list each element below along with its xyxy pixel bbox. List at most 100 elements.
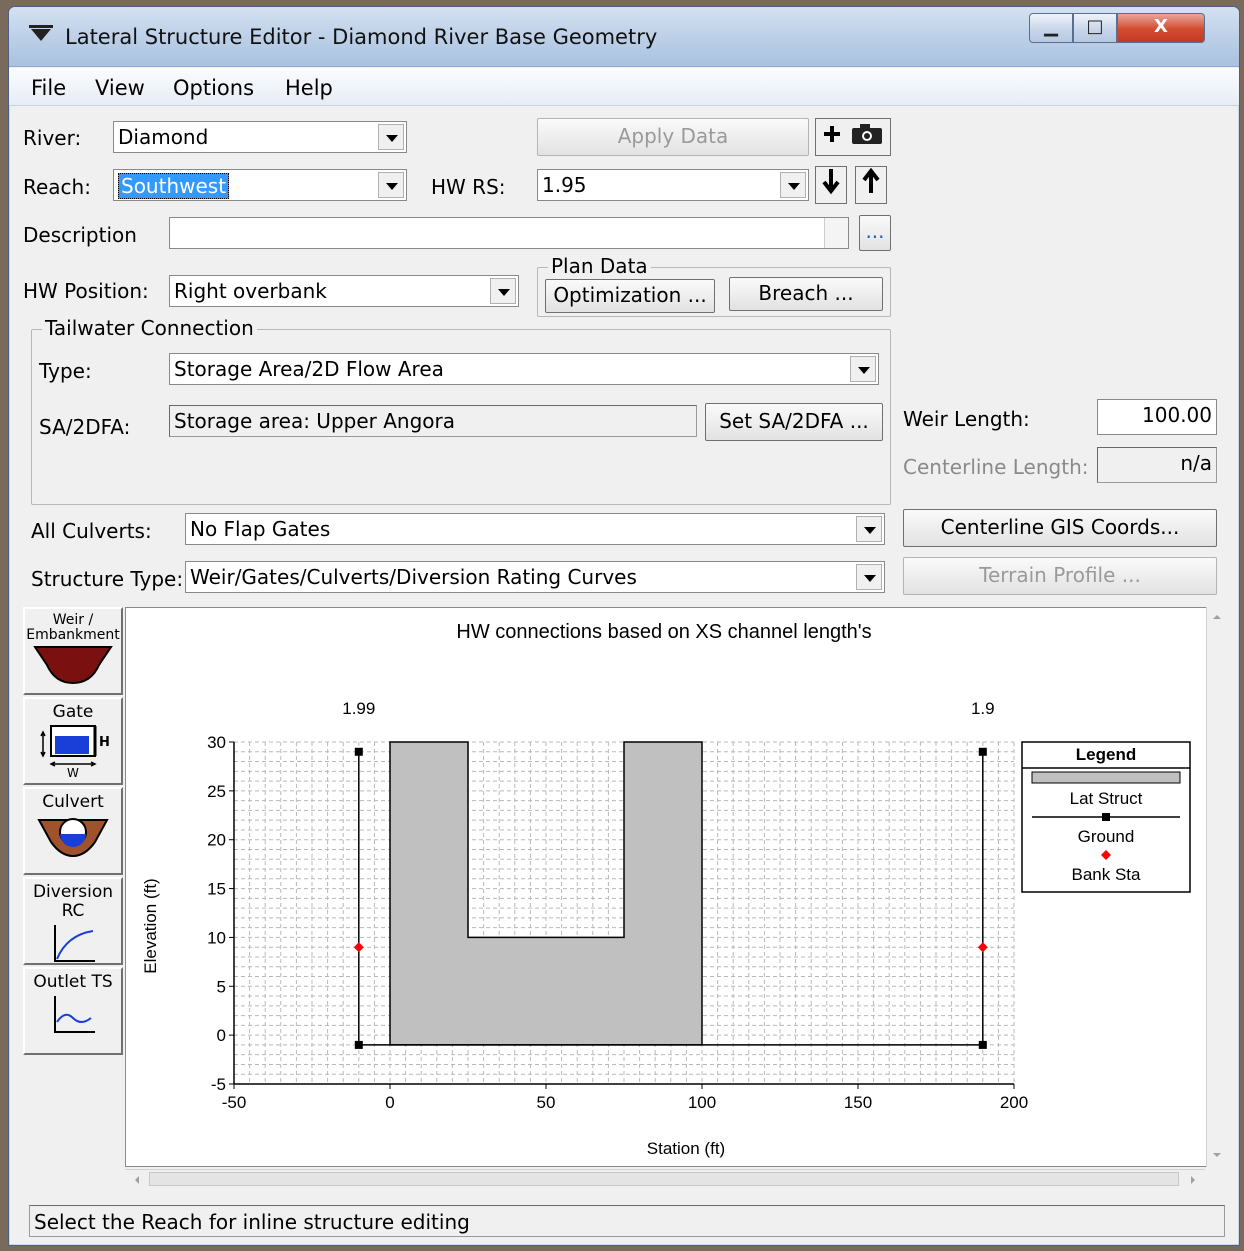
chevron-down-icon[interactable]: [856, 516, 882, 542]
y-tick-label: 25: [207, 782, 226, 801]
structure-type-label: Structure Type:: [31, 567, 184, 591]
outlet-ts-button[interactable]: Outlet TS: [23, 967, 123, 1055]
hw-rs-label: HW RS:: [431, 175, 506, 199]
x-tick-label: 0: [385, 1093, 394, 1112]
apply-data-button[interactable]: Apply Data: [537, 118, 809, 156]
window-title: Lateral Structure Editor - Diamond River…: [65, 25, 658, 49]
description-field[interactable]: [169, 217, 849, 249]
culvert-icon: [37, 818, 109, 858]
next-up-button[interactable]: [855, 166, 887, 204]
gate-button[interactable]: Gate H W: [23, 697, 123, 785]
river-value: Diamond: [118, 125, 209, 149]
chevron-down-icon[interactable]: [490, 278, 516, 304]
x-tick-label: 100: [688, 1093, 716, 1112]
chart-axes: -50 0 50 100 150 200-5051015202530: [207, 733, 1028, 1112]
menu-view[interactable]: View: [95, 76, 145, 100]
culvert-button[interactable]: Culvert: [23, 787, 123, 875]
set-sa-2dfa-button[interactable]: Set SA/2DFA ...: [705, 403, 883, 441]
type-label: Type:: [39, 359, 92, 383]
lateral-structure-editor-window: Lateral Structure Editor - Diamond River…: [8, 6, 1240, 1246]
y-axis-label: Elevation (ft): [141, 878, 160, 973]
reach-label: Reach:: [23, 175, 91, 199]
sa-2dfa-label: SA/2DFA:: [39, 415, 131, 439]
horizontal-scrollbar[interactable]: [125, 1169, 1205, 1189]
x-tick-label: 200: [1000, 1093, 1028, 1112]
weir-embankment-label: Weir / Embankment: [26, 612, 120, 643]
close-button[interactable]: X: [1117, 13, 1205, 43]
add-cross-section-button[interactable]: [815, 118, 891, 156]
structure-toolbar: Weir / Embankment Gate H W Culvert Diver…: [23, 607, 123, 1165]
title-bar[interactable]: Lateral Structure Editor - Diamond River…: [9, 7, 1239, 67]
description-label: Description: [23, 223, 137, 247]
y-tick-label: 15: [207, 880, 226, 899]
breach-button[interactable]: Breach ...: [729, 277, 883, 311]
all-culverts-dropdown[interactable]: No Flap Gates: [185, 513, 885, 545]
diversion-rc-icon: [54, 925, 95, 962]
vertical-scrollbar[interactable]: [1206, 607, 1226, 1167]
scroll-up-icon[interactable]: [1207, 607, 1227, 627]
legend-lat-struct-swatch: [1031, 771, 1181, 784]
chevron-down-icon[interactable]: [856, 564, 882, 590]
sa-2dfa-field: Storage area: Upper Angora: [169, 405, 697, 437]
culvert-label: Culvert: [42, 792, 104, 812]
chevron-down-icon[interactable]: [378, 124, 404, 150]
centerline-gis-coords-button[interactable]: Centerline GIS Coords...: [903, 509, 1217, 547]
x-axis-label: Station (ft): [647, 1139, 725, 1158]
reach-value: Southwest: [118, 173, 230, 199]
cross-section-label: 1.99: [342, 699, 375, 718]
description-spin-icon[interactable]: [824, 218, 848, 248]
diversion-rc-button[interactable]: Diversion RC: [23, 877, 123, 965]
weir-icon: [33, 646, 113, 685]
scroll-left-icon[interactable]: [127, 1170, 147, 1190]
optimization-button[interactable]: Optimization ...: [545, 279, 715, 313]
app-icon: [29, 25, 53, 41]
legend: Legend Lat Struct Ground Bank Sta: [1021, 741, 1191, 893]
chevron-down-icon[interactable]: [780, 172, 806, 198]
legend-lat-struct-label: Lat Struct: [1070, 789, 1143, 808]
menu-help[interactable]: Help: [285, 76, 333, 100]
legend-ground-label: Ground: [1078, 827, 1135, 846]
scroll-right-icon[interactable]: [1183, 1170, 1203, 1190]
menu-options[interactable]: Options: [173, 76, 254, 100]
chevron-down-icon[interactable]: [850, 356, 876, 382]
gate-label: Gate: [52, 702, 94, 722]
centerline-length-label: Centerline Length:: [903, 455, 1089, 479]
tailwater-connection-label: Tailwater Connection: [42, 316, 257, 340]
minimize-button[interactable]: ▁: [1029, 13, 1073, 43]
scroll-down-icon[interactable]: [1207, 1145, 1227, 1165]
arrow-up-icon: [862, 167, 880, 193]
sa-2dfa-value: Storage area: Upper Angora: [174, 409, 455, 433]
outlet-ts-icon: [54, 996, 95, 1033]
lateral-structure-chart: HW connections based on XS channel lengt…: [141, 621, 1191, 1158]
menu-bar: File View Options Help: [9, 68, 1239, 106]
structure-type-dropdown[interactable]: Weir/Gates/Culverts/Diversion Rating Cur…: [185, 561, 885, 593]
y-tick-label: 10: [207, 928, 226, 947]
tailwater-type-dropdown[interactable]: Storage Area/2D Flow Area: [169, 353, 879, 385]
centerline-length-field: n/a: [1097, 447, 1217, 483]
hw-position-value: Right overbank: [174, 279, 327, 303]
centerline-length-value: n/a: [1180, 451, 1212, 475]
status-text: Select the Reach for inline structure ed…: [34, 1210, 470, 1234]
terrain-profile-button[interactable]: Terrain Profile ...: [903, 557, 1217, 595]
next-down-button[interactable]: [815, 166, 847, 204]
description-expand-button[interactable]: ...: [859, 215, 891, 251]
hw-rs-value: 1.95: [542, 173, 587, 197]
hw-rs-dropdown[interactable]: 1.95: [537, 169, 809, 201]
ground-point: [354, 747, 363, 756]
weir-embankment-button[interactable]: Weir / Embankment: [23, 607, 123, 695]
chevron-down-icon[interactable]: [378, 172, 404, 198]
horizontal-scroll-thumb[interactable]: [149, 1172, 1179, 1186]
y-tick-label: 5: [217, 977, 226, 996]
river-dropdown[interactable]: Diamond: [113, 121, 407, 153]
menu-file[interactable]: File: [31, 76, 66, 100]
weir-length-field[interactable]: 100.00: [1097, 399, 1217, 435]
arrow-down-icon: [822, 169, 840, 195]
y-tick-label: 0: [217, 1026, 226, 1045]
reach-dropdown[interactable]: Southwest: [113, 169, 407, 201]
add-camera-icon: [824, 124, 882, 144]
chart-marks: 1.99 1.9: [342, 699, 995, 1049]
plan-data-label: Plan Data: [548, 254, 651, 278]
hw-position-dropdown[interactable]: Right overbank: [169, 275, 519, 307]
maximize-button[interactable]: □: [1073, 13, 1117, 43]
outlet-ts-label: Outlet TS: [33, 972, 113, 992]
